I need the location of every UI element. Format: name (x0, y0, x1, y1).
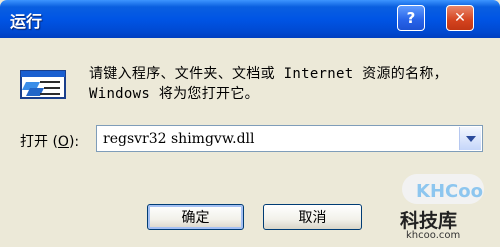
run-dialog-icon (20, 70, 66, 99)
title-bar[interactable]: 运行 ? ✕ (0, 0, 500, 38)
watermark-name: 科技库 (400, 210, 458, 232)
open-combobox[interactable] (96, 125, 483, 152)
ok-button[interactable]: 确定 (147, 204, 244, 230)
open-hotkey: O (57, 134, 69, 150)
chevron-down-icon (465, 135, 476, 142)
watermark-brand: KHCoo (416, 181, 483, 202)
close-button[interactable]: ✕ (446, 5, 474, 31)
close-icon: ✕ (454, 10, 466, 26)
help-icon: ? (406, 9, 416, 27)
watermark-url: khcoo.com (406, 230, 461, 241)
watermark: KHCoo 科技库 khcoo.com (392, 170, 500, 247)
cancel-button[interactable]: 取消 (263, 204, 362, 230)
open-label: 打开 (O): (20, 134, 80, 150)
window-title: 运行 (10, 12, 43, 31)
help-button[interactable]: ? (397, 5, 425, 31)
dialog-description: 请键入程序、文件夹、文档或 Internet 资源的名称，Windows 将为您… (89, 66, 448, 102)
command-input[interactable] (99, 128, 459, 149)
dropdown-button[interactable] (459, 127, 481, 150)
watermark-logo: KHCoo (402, 174, 484, 204)
